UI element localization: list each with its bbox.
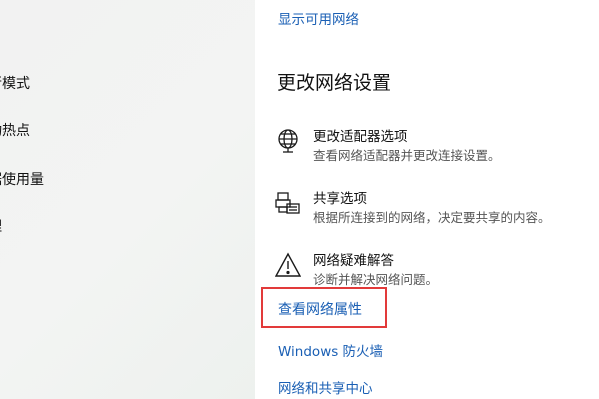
option-description: 根据所连接到的网络，决定要共享的内容。 — [313, 210, 551, 225]
sharing-options[interactable]: 共享选项 根据所连接到的网络，决定要共享的内容。 — [275, 187, 585, 235]
option-description: 查看网络适配器并更改连接设置。 — [313, 148, 501, 163]
sidebar-item-label: 行模式 — [0, 76, 30, 92]
option-description: 诊断并解决网络问题。 — [313, 272, 439, 287]
sidebar-item-mobile-hotspot[interactable]: 动热点 — [0, 119, 30, 143]
sidebar-item-label: 理 — [0, 219, 2, 235]
printer-sharing-icon — [275, 190, 301, 216]
option-title: 网络疑难解答 — [313, 253, 394, 269]
option-title: 共享选项 — [313, 191, 367, 207]
sidebar-item-label: 据使用量 — [0, 172, 44, 188]
sidebar-item-proxy[interactable]: 理 — [0, 215, 2, 239]
view-network-properties-link[interactable]: 查看网络属性 — [278, 299, 362, 319]
section-title: 更改网络设置 — [277, 72, 392, 94]
warning-triangle-icon — [275, 252, 301, 278]
option-title: 更改适配器选项 — [313, 129, 408, 145]
windows-firewall-link[interactable]: Windows 防火墙 — [278, 340, 383, 360]
network-sharing-center-link[interactable]: 网络和共享中心 — [278, 377, 373, 397]
sidebar-item-data-usage[interactable]: 据使用量 — [0, 168, 44, 192]
sidebar: N 行模式 动热点 据使用量 理 — [0, 0, 255, 399]
sidebar-item-label: 动热点 — [0, 123, 30, 139]
show-available-networks-link[interactable]: 显示可用网络 — [278, 8, 359, 28]
change-adapter-options[interactable]: 更改适配器选项 查看网络适配器并更改连接设置。 — [275, 125, 585, 173]
main-content: 显示可用网络 更改网络设置 更改适配器选项 查看网络适配器并更改连接设置。 共享… — [255, 0, 599, 399]
sidebar-item-airplane-mode[interactable]: 行模式 — [0, 72, 30, 96]
globe-monitor-icon — [275, 128, 301, 154]
